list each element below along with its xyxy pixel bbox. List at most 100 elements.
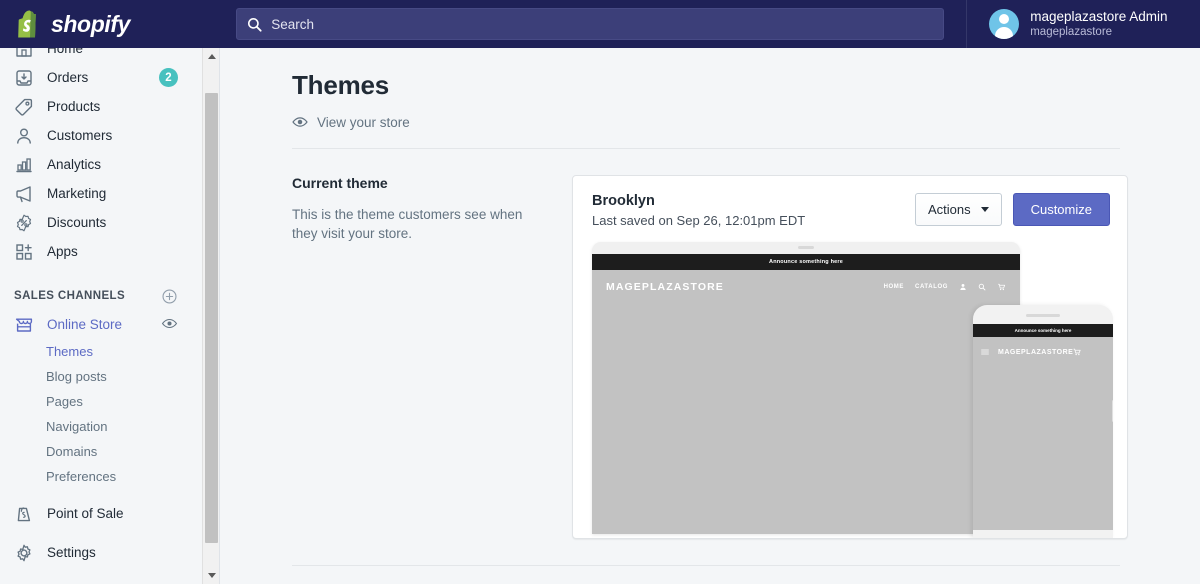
sidebar-item-label: Marketing bbox=[47, 186, 107, 201]
orders-inbox-icon bbox=[16, 69, 32, 86]
shopify-bag-icon bbox=[18, 10, 36, 38]
analytics-bars-icon bbox=[16, 157, 32, 172]
search-icon bbox=[248, 17, 262, 32]
account-name: mageplazastore Admin bbox=[1030, 9, 1168, 24]
sidebar-item-point-of-sale[interactable]: Point of Sale bbox=[0, 499, 196, 528]
page-header: Themes View your store bbox=[220, 48, 1200, 130]
sidebar-item-apps[interactable]: Apps bbox=[0, 237, 196, 266]
current-theme-text: This is the theme customers see when the… bbox=[292, 207, 523, 241]
customize-button[interactable]: Customize bbox=[1012, 193, 1110, 226]
shopify-logo[interactable]: shopify bbox=[0, 0, 214, 48]
mobile-store-body bbox=[973, 367, 1113, 530]
search-area bbox=[214, 8, 966, 40]
sidebar-item-label: Home bbox=[47, 48, 84, 56]
sidebar-item-navigation[interactable]: Navigation bbox=[0, 414, 196, 439]
preview-store-logo: MAGEPLAZASTORE bbox=[606, 281, 724, 293]
search-icon bbox=[978, 283, 986, 291]
view-your-store-link[interactable]: View your store bbox=[292, 114, 1200, 130]
marketing-megaphone-icon bbox=[16, 185, 31, 202]
sidebar-subitem-label: Pages bbox=[46, 394, 83, 409]
sidebar-scrollbar[interactable] bbox=[202, 48, 219, 584]
actions-button-label: Actions bbox=[927, 202, 971, 217]
sidebar-item-analytics[interactable]: Analytics bbox=[0, 150, 196, 179]
sidebar-item-blog-posts[interactable]: Blog posts bbox=[0, 364, 196, 389]
search-input[interactable] bbox=[271, 16, 934, 32]
discounts-percent-icon bbox=[16, 214, 32, 231]
sidebar-subitem-label: Domains bbox=[46, 444, 98, 459]
scrollbar-up-arrow[interactable] bbox=[203, 48, 219, 65]
account-store: mageplazastore bbox=[1030, 26, 1113, 38]
sidebar-item-label: Apps bbox=[47, 244, 78, 259]
mobile-announcement-bar: Announce something here bbox=[973, 324, 1113, 337]
account-text: mageplazastore Admin mageplazastore bbox=[1030, 9, 1167, 39]
cart-icon bbox=[1073, 348, 1081, 356]
top-navigation-bar: shopify mageplazastore Admin mageplazast… bbox=[0, 0, 1200, 48]
sidebar-item-online-store[interactable]: Online Store bbox=[0, 310, 196, 339]
sidebar-item-pages[interactable]: Pages bbox=[0, 389, 196, 414]
theme-last-saved: Last saved on Sep 26, 12:01pm EDT bbox=[592, 213, 806, 228]
sidebar-item-label: Point of Sale bbox=[47, 506, 124, 521]
main-content: Themes View your store Current theme Thi… bbox=[220, 48, 1200, 584]
preview-store-header: MAGEPLAZASTORE HOME CATALOG bbox=[592, 270, 1020, 304]
account-person-icon bbox=[960, 283, 966, 290]
sidebar-item-label: Customers bbox=[47, 128, 113, 143]
sidebar-item-label: Discounts bbox=[47, 215, 107, 230]
sidebar-item-settings[interactable]: Settings bbox=[0, 538, 196, 567]
page-title: Themes bbox=[292, 70, 390, 100]
actions-button[interactable]: Actions bbox=[914, 193, 1002, 226]
customize-button-label: Customize bbox=[1030, 202, 1092, 217]
scrollbar-thumb[interactable] bbox=[205, 93, 218, 543]
point-of-sale-icon bbox=[17, 506, 31, 521]
plus-circle-icon[interactable] bbox=[161, 288, 178, 305]
account-menu[interactable]: mageplazastore Admin mageplazastore bbox=[966, 0, 1200, 48]
sidebar-item-customers[interactable]: Customers bbox=[0, 121, 196, 150]
hamburger-menu-icon bbox=[981, 349, 989, 355]
home-icon bbox=[16, 48, 32, 57]
sidebar-subitem-label: Navigation bbox=[46, 419, 108, 434]
sidebar-item-orders[interactable]: Orders 2 bbox=[0, 63, 196, 92]
sales-channels-header: SALES CHANNELS bbox=[0, 282, 196, 310]
sidebar-item-label: Settings bbox=[47, 545, 96, 560]
preview-nav-home: HOME bbox=[883, 284, 905, 290]
mobile-speaker bbox=[1026, 314, 1060, 317]
sidebar-scroll-content: Home Orders 2 Products Customers Analyti… bbox=[0, 48, 196, 567]
sidebar-item-products[interactable]: Products bbox=[0, 92, 196, 121]
current-theme-heading: Current theme bbox=[292, 175, 388, 191]
sidebar: Home Orders 2 Products Customers Analyti… bbox=[0, 48, 220, 584]
eye-icon[interactable] bbox=[161, 315, 178, 332]
desktop-preview[interactable]: Announce something here MAGEPLAZASTORE H… bbox=[592, 242, 1020, 534]
sidebar-item-label: Online Store bbox=[47, 317, 123, 332]
sales-channels-label: SALES CHANNELS bbox=[14, 290, 126, 302]
eye-icon bbox=[292, 117, 308, 127]
scrollbar-down-arrow[interactable] bbox=[203, 567, 219, 584]
customers-person-icon bbox=[17, 128, 31, 144]
sidebar-item-label: Orders bbox=[47, 70, 89, 85]
online-store-icon bbox=[15, 318, 33, 332]
sidebar-item-themes[interactable]: Themes bbox=[0, 339, 196, 364]
sidebar-item-marketing[interactable]: Marketing bbox=[0, 179, 196, 208]
theme-info: Brooklyn Last saved on Sep 26, 12:01pm E… bbox=[592, 193, 805, 228]
current-theme-section: Current theme This is the theme customer… bbox=[220, 149, 1200, 539]
sidebar-item-home[interactable]: Home bbox=[0, 48, 196, 63]
products-tag-icon bbox=[15, 98, 33, 116]
current-theme-card: Brooklyn Last saved on Sep 26, 12:01pm E… bbox=[572, 175, 1128, 539]
orders-badge: 2 bbox=[159, 68, 178, 87]
sidebar-subitem-label: Blog posts bbox=[46, 369, 107, 384]
theme-card-buttons: Actions Customize bbox=[914, 193, 1110, 226]
preview-store-nav: HOME CATALOG bbox=[884, 283, 1006, 291]
sidebar-item-domains[interactable]: Domains bbox=[0, 439, 196, 464]
sidebar-item-preferences[interactable]: Preferences bbox=[0, 464, 196, 489]
preview-nav-catalog: CATALOG bbox=[915, 284, 948, 290]
view-your-store-label: View your store bbox=[317, 114, 410, 130]
search-box[interactable] bbox=[236, 8, 945, 40]
preview-announcement-bar: Announce something here bbox=[592, 254, 1020, 270]
sidebar-item-label: Products bbox=[47, 99, 101, 114]
desktop-camera-notch bbox=[798, 246, 814, 249]
mobile-store-logo: MAGEPLAZASTORE bbox=[998, 348, 1074, 356]
theme-name: Brooklyn bbox=[592, 193, 655, 209]
cart-icon bbox=[998, 283, 1006, 291]
theme-card-header: Brooklyn Last saved on Sep 26, 12:01pm E… bbox=[573, 176, 1127, 228]
mobile-preview[interactable]: Announce something here MAGEPLAZASTORE bbox=[973, 305, 1113, 538]
sidebar-item-discounts[interactable]: Discounts bbox=[0, 208, 196, 237]
mobile-side-button bbox=[1112, 400, 1113, 422]
